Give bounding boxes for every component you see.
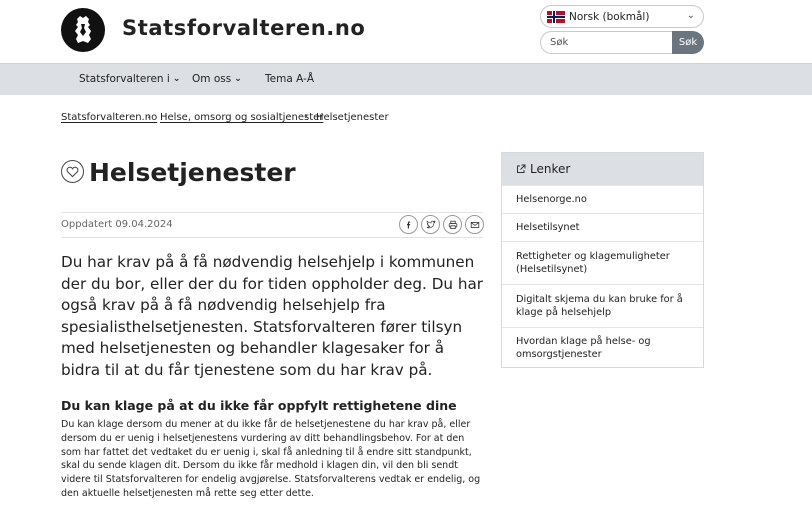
nav-item-label: Statsforvalteren i	[79, 73, 170, 85]
nav-item-label: Tema A-Å	[265, 73, 315, 85]
page-title: Helsetjenester	[89, 158, 296, 187]
section-heading: Du kan klage på at du ikke får oppfylt r…	[61, 398, 457, 413]
sidebar-link-rettigheter[interactable]: Rettigheter og klagemuligheter (Helsetil…	[502, 241, 703, 284]
nav-item-om-oss[interactable]: Om oss ⌄	[192, 73, 242, 85]
site-header: Statsforvalteren.no Norsk (bokmål) ⌄ Søk…	[0, 0, 812, 63]
breadcrumb-current: Helsetjenester	[316, 112, 389, 123]
lead-paragraph: Du har krav på å få nødvendig helsehjelp…	[61, 253, 484, 379]
nav-item-statsforvalteren-i[interactable]: Statsforvalteren i ⌄	[79, 73, 180, 85]
site-title[interactable]: Statsforvalteren.no	[122, 16, 365, 40]
sidebar-link-digitalt-skjema[interactable]: Digitalt skjema du kan bruke for å klage…	[502, 284, 703, 327]
chevron-right-icon: ›	[304, 111, 308, 122]
nav-item-label: Om oss	[192, 73, 232, 85]
coat-of-arms-lion-icon[interactable]	[61, 8, 105, 52]
chevron-down-icon: ⌄	[686, 10, 695, 21]
search-button[interactable]: Søk	[672, 31, 704, 54]
external-link-icon	[517, 164, 526, 173]
facebook-icon[interactable]	[399, 215, 418, 234]
breadcrumb-link-helse[interactable]: Helse, omsorg og sosialtjenester	[160, 112, 323, 123]
print-icon[interactable]	[443, 215, 462, 234]
chevron-down-icon: ⌄	[172, 74, 181, 84]
sidebar-link-helsenorge[interactable]: Helsenorge.no	[502, 185, 703, 213]
sidebar-header: Lenker	[502, 153, 703, 185]
links-sidebar: Lenker Helsenorge.no Helsetilsynet Retti…	[501, 152, 704, 368]
search-input[interactable]: Søk	[540, 31, 673, 54]
sidebar-link-helsetilsynet[interactable]: Helsetilsynet	[502, 213, 703, 241]
twitter-icon[interactable]	[421, 215, 440, 234]
nav-item-tema-a-aa[interactable]: Tema A-Å	[265, 73, 314, 85]
chevron-right-icon: ›	[147, 111, 151, 122]
updated-date: Oppdatert 09.04.2024	[61, 219, 173, 230]
mail-icon[interactable]	[465, 215, 484, 234]
section-body: Du kan klage dersom du mener at du ikke …	[61, 419, 481, 499]
language-select[interactable]: Norsk (bokmål) ⌄	[540, 5, 704, 28]
main-nav: Statsforvalteren i ⌄ Om oss ⌄ Tema A-Å	[0, 63, 812, 95]
language-label: Norsk (bokmål)	[569, 10, 650, 23]
chevron-down-icon: ⌄	[234, 74, 242, 84]
sidebar-link-hvordan-klage[interactable]: Hvordan klage på helse- og omsorgstjenes…	[502, 327, 703, 367]
sidebar-title: Lenker	[530, 162, 571, 176]
breadcrumb-link-home[interactable]: Statsforvalteren.no	[61, 112, 157, 123]
norway-flag-icon	[547, 10, 565, 23]
heart-icon[interactable]	[61, 160, 84, 183]
